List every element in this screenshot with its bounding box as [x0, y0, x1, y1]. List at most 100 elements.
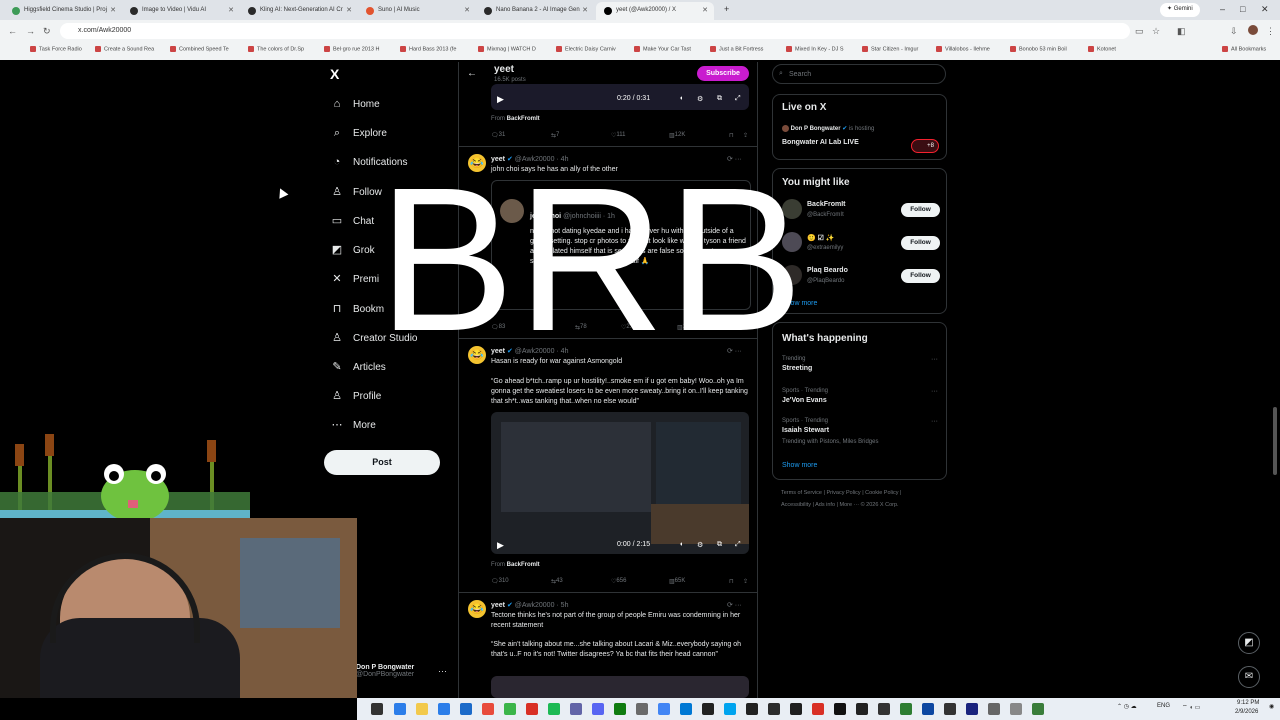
- settings-icon[interactable]: ⚙: [697, 541, 703, 549]
- taskbar-app-icon[interactable]: [636, 703, 648, 715]
- taskbar-app-icon[interactable]: [856, 703, 868, 715]
- cast-icon[interactable]: ▭: [1135, 26, 1144, 37]
- subscribe-button[interactable]: Subscribe: [697, 66, 749, 81]
- extensions-icon[interactable]: ◧: [1177, 26, 1186, 37]
- volume-icon[interactable]: ◖: [679, 95, 683, 102]
- taskbar-app-icon[interactable]: [966, 703, 978, 715]
- taskbar-app-icon[interactable]: [504, 703, 516, 715]
- close-icon[interactable]: ✕: [346, 6, 352, 14]
- tab-higgsfield[interactable]: Higgsfield Cinema Studio | Proj ✕: [4, 2, 122, 20]
- tab-nano-banana[interactable]: Nano Banana 2 - AI Image Gen ✕: [476, 2, 594, 20]
- post-button[interactable]: Post: [324, 450, 440, 475]
- share-icon[interactable]: ⇪: [743, 578, 748, 585]
- scrollbar[interactable]: [1272, 62, 1278, 698]
- tab-suno[interactable]: Suno | AI Music ✕: [358, 2, 476, 20]
- close-icon[interactable]: ✕: [228, 6, 234, 14]
- tweet-media[interactable]: [491, 676, 749, 698]
- taskbar-app-icon[interactable]: [438, 703, 450, 715]
- fullscreen-icon[interactable]: ⤢: [735, 541, 741, 549]
- bookmark-item[interactable]: Mixmag | WATCH D: [478, 46, 536, 52]
- profile-avatar-icon[interactable]: [1248, 25, 1258, 35]
- listener-count[interactable]: +8: [911, 139, 939, 153]
- tab-vidu[interactable]: Image to Video | Vidu AI ✕: [122, 2, 240, 20]
- user-name[interactable]: BackFromIt: [807, 201, 846, 208]
- nav-home[interactable]: ⌂ Home: [330, 98, 380, 110]
- taskbar-app-icon[interactable]: [592, 703, 604, 715]
- fullscreen-icon[interactable]: ⤢: [735, 95, 741, 103]
- nav-premium[interactable]: ✕ Premi: [330, 272, 379, 285]
- bookmark-item[interactable]: Create a Sound Rea: [95, 46, 154, 52]
- follow-button[interactable]: Follow: [901, 269, 940, 283]
- taskbar-app-icon[interactable]: [746, 703, 758, 715]
- footer-links-2[interactable]: Accessibility | Ads info | More ··· © 20…: [781, 502, 899, 508]
- taskbar-app-icon[interactable]: [460, 703, 472, 715]
- forward-icon[interactable]: →: [26, 26, 35, 36]
- nav-more[interactable]: ⋯ More: [330, 418, 376, 431]
- nav-chat[interactable]: ▭ Chat: [330, 214, 374, 227]
- taskbar-app-icon[interactable]: [371, 703, 383, 715]
- like-count[interactable]: ♡ 656: [611, 578, 626, 585]
- user-name[interactable]: Plaq Beardo: [807, 267, 848, 274]
- taskbar-app-icon[interactable]: [658, 703, 670, 715]
- menu-icon[interactable]: ⋮: [1266, 26, 1275, 37]
- close-icon[interactable]: ✕: [464, 6, 470, 14]
- taskbar-app-icon[interactable]: [482, 703, 494, 715]
- tweet-more-icon[interactable]: ⟳ ···: [727, 601, 742, 609]
- bookmark-item[interactable]: Just a Bit Fortress: [710, 46, 763, 52]
- view-count[interactable]: ▥ 65K: [669, 578, 685, 585]
- taskbar-app-icon[interactable]: [416, 703, 428, 715]
- downloads-icon[interactable]: ⇩: [1230, 26, 1238, 37]
- avatar[interactable]: 😂: [468, 600, 486, 618]
- trend-topic[interactable]: Je'Von Evans: [782, 397, 827, 404]
- show-more-link[interactable]: Show more: [782, 462, 817, 469]
- bookmark-icon[interactable]: ⊓: [729, 132, 734, 139]
- taskbar-app-icon[interactable]: [394, 703, 406, 715]
- taskbar-app-icon[interactable]: [988, 703, 1000, 715]
- account-switcher[interactable]: Don P Bongwater @DonPBongwater: [356, 664, 414, 678]
- taskbar-app-icon[interactable]: [1032, 703, 1044, 715]
- bookmark-item[interactable]: Hard Bass 2013 (fe: [400, 46, 456, 52]
- bookmark-item[interactable]: Combined Speed Te: [170, 46, 229, 52]
- star-icon[interactable]: ☆: [1152, 26, 1160, 37]
- bookmark-item[interactable]: Task Force Radio: [30, 46, 82, 52]
- settings-icon[interactable]: ⚙: [697, 95, 703, 103]
- live-host[interactable]: Don P Bongwater ✔ is hosting: [782, 125, 874, 132]
- gemini-button[interactable]: ✦ Gemini: [1160, 3, 1200, 17]
- new-tab-button[interactable]: +: [724, 4, 729, 14]
- bookmark-item[interactable]: Bel·gro rue 2013 H: [324, 46, 379, 52]
- bookmark-item[interactable]: Villalobos - Ilehme: [936, 46, 990, 52]
- grok-float-button[interactable]: ◩: [1238, 632, 1260, 654]
- view-count[interactable]: ▥ 12K: [669, 132, 685, 139]
- bookmark-item[interactable]: Make Your Car Tast: [634, 46, 691, 52]
- back-icon[interactable]: ←: [8, 26, 17, 36]
- nav-explore[interactable]: ⌕ Explore: [330, 127, 387, 140]
- network-volume-icons[interactable]: ⌔ ◖ ▭: [1182, 703, 1200, 711]
- taskbar-app-icon[interactable]: [570, 703, 582, 715]
- scrollbar-thumb[interactable]: [1273, 407, 1277, 475]
- all-bookmarks[interactable]: All Bookmarks: [1222, 46, 1266, 52]
- nav-bookmarks[interactable]: ⊓ Bookm: [330, 302, 384, 315]
- share-icon[interactable]: ⇪: [743, 132, 748, 139]
- play-icon[interactable]: ▶: [497, 94, 504, 105]
- close-icon[interactable]: ✕: [110, 6, 116, 14]
- taskbar-app-icon[interactable]: [834, 703, 846, 715]
- follow-button[interactable]: Follow: [901, 236, 940, 250]
- language-indicator[interactable]: ENG: [1157, 703, 1170, 709]
- video-player[interactable]: ▶ 0:20 / 0:31 ◖ ⚙ ⧉ ⤢: [491, 84, 749, 110]
- bookmark-icon[interactable]: ⊓: [729, 578, 734, 585]
- footer-links[interactable]: Terms of Service | Privacy Policy | Cook…: [781, 490, 901, 496]
- x-logo[interactable]: X: [330, 66, 339, 82]
- nav-profile[interactable]: ♙ Profile: [330, 389, 381, 402]
- trend-more-icon[interactable]: ···: [931, 388, 938, 395]
- search-input[interactable]: ⌕ Search: [772, 64, 946, 84]
- taskbar-app-icon[interactable]: [680, 703, 692, 715]
- url-field[interactable]: x.com/Awk20000: [60, 23, 1130, 39]
- taskbar-app-icon[interactable]: [548, 703, 560, 715]
- taskbar-app-icon[interactable]: [702, 703, 714, 715]
- bookmark-item[interactable]: Bonobo 53 min Boil: [1010, 46, 1067, 52]
- user-name[interactable]: 🙂 ☑ ✨: [807, 234, 835, 242]
- follow-button[interactable]: Follow: [901, 203, 940, 217]
- taskbar-app-icon[interactable]: [790, 703, 802, 715]
- like-count[interactable]: ♡ 111: [611, 132, 626, 139]
- taskbar-app-icon[interactable]: [526, 703, 538, 715]
